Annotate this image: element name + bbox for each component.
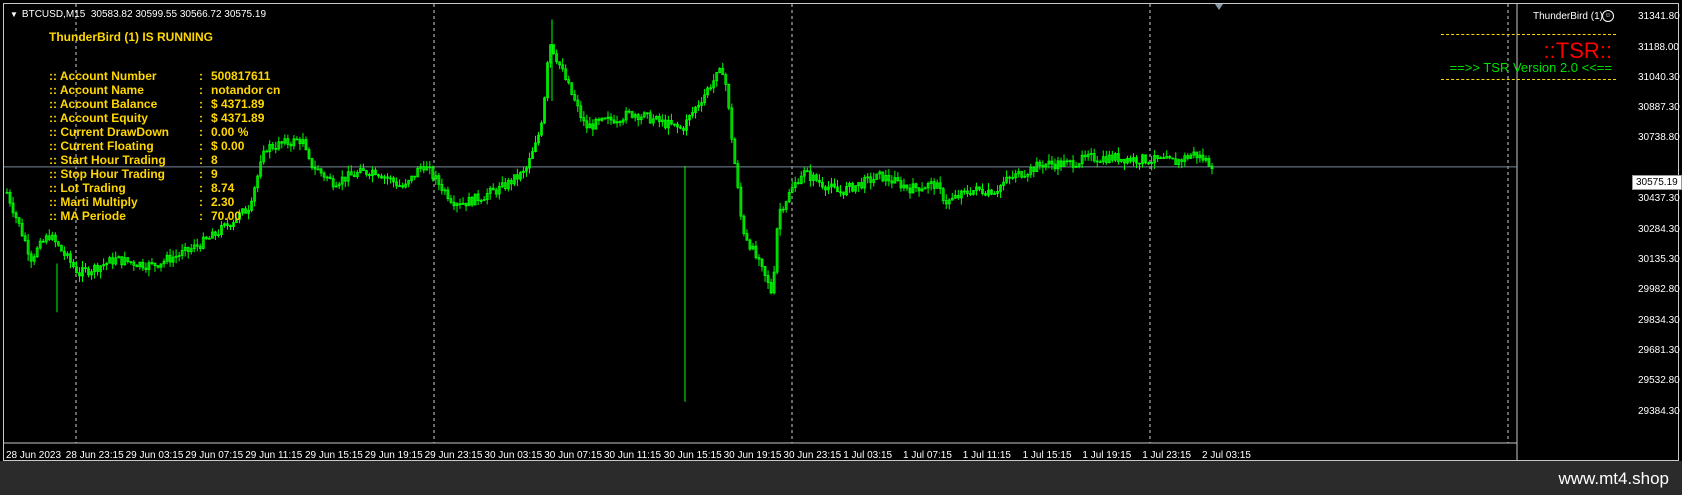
time-tick-label: 30 Jun 23:15 [783, 450, 842, 461]
price-tick-label: 30738.80 [1638, 132, 1680, 143]
info-separator: : [199, 153, 203, 167]
time-tick-label: 29 Jun 07:15 [185, 450, 244, 461]
time-tick-label: 30 Jun 03:15 [484, 450, 543, 461]
price-tick-label: 29532.80 [1638, 375, 1680, 386]
price-tick-label: 29681.30 [1638, 345, 1680, 356]
account-info-row: :: Account Equity: $ 4371.89 [49, 111, 264, 125]
symbol-header: ▼ BTCUSD,M15 30583.82 30599.55 30566.72 3… [10, 9, 266, 20]
time-tick-label: 1 Jul 11:15 [962, 450, 1011, 461]
price-tick-label: 29384.30 [1638, 406, 1680, 417]
account-info-row: :: Start Hour Trading:8 [49, 153, 218, 167]
info-label: :: Lot Trading [49, 181, 126, 195]
account-info-row: :: MA Periode:70.00 [49, 209, 241, 223]
ohlc-values: 30583.82 30599.55 30566.72 30575.19 [90, 9, 267, 20]
price-tick-label: 30135.30 [1638, 254, 1680, 265]
info-label: :: Start Hour Trading [49, 153, 166, 167]
account-info-row: :: Account Name: notandor cn [49, 83, 280, 97]
info-label: :: MA Periode [49, 209, 126, 223]
info-value: 500817611 [211, 69, 271, 83]
smiley-icon[interactable]: ☺ [1602, 10, 1614, 22]
tsr-bottom-line [1441, 79, 1616, 80]
info-separator: : [199, 209, 203, 223]
time-tick-label: 29 Jun 15:15 [305, 450, 363, 461]
info-separator: : [199, 195, 203, 209]
shift-marker-icon [1215, 4, 1223, 10]
candle-body [1098, 161, 1102, 164]
price-tick-label: 30887.30 [1638, 102, 1680, 113]
info-label: :: Stop Hour Trading [49, 167, 165, 181]
info-value: 9 [211, 167, 218, 181]
info-label: :: Account Equity [49, 111, 148, 125]
price-tick-label: 31188.00 [1638, 42, 1679, 53]
info-value: 8.74 [211, 181, 235, 195]
footer-bar: www.mt4.shop [0, 461, 1682, 495]
time-tick-label: 2 Jul 03:15 [1202, 450, 1251, 461]
time-tick-label: 29 Jun 03:15 [125, 450, 184, 461]
price-tick-label: 30437.30 [1638, 193, 1680, 204]
account-info-row: :: Lot Trading:8.74 [49, 181, 234, 195]
info-label: :: Marti Multiply [49, 195, 138, 209]
info-separator: : [199, 111, 203, 125]
info-separator: : [199, 97, 203, 111]
chart-window[interactable]: ▼ BTCUSD,M15 30583.82 30599.55 30566.72 3… [3, 3, 1682, 461]
info-separator: : [199, 181, 203, 195]
ea-name-label: ThunderBird (1) [1532, 11, 1603, 22]
info-label: :: Account Name [49, 83, 144, 97]
info-separator: : [199, 125, 203, 139]
time-tick-label: 30 Jun 19:15 [723, 450, 782, 461]
account-info-row: :: Current Floating: $ 0.00 [49, 139, 244, 153]
time-tick-label: 1 Jul 15:15 [1022, 450, 1072, 461]
info-value: $ 4371.89 [211, 97, 265, 111]
info-label: :: Account Number [49, 69, 157, 83]
time-tick-label: 30 Jun 15:15 [663, 450, 722, 461]
time-tick-label: 1 Jul 03:15 [843, 450, 893, 461]
price-tick-label: 29834.30 [1638, 315, 1680, 326]
current-price-label: 30575.19 [1632, 175, 1682, 190]
tsr-version: ==>> TSR Version 2.0 <<== [1449, 60, 1612, 75]
site-url: www.mt4.shop [1558, 469, 1669, 488]
price-tick-label: 31040.30 [1638, 72, 1680, 83]
time-tick-label: 1 Jul 07:15 [903, 450, 952, 461]
account-info-row: :: Stop Hour Trading:9 [49, 167, 218, 181]
time-tick-label: 29 Jun 19:15 [364, 450, 423, 461]
time-tick-label: 29 Jun 23:15 [424, 450, 483, 461]
time-tick-label: 28 Jun 2023 [6, 450, 62, 461]
time-tick-label: 1 Jul 19:15 [1082, 450, 1132, 461]
account-info-row: :: Account Number:500817611 [49, 69, 270, 83]
info-value: 8 [211, 153, 218, 167]
info-separator: : [199, 69, 203, 83]
candle-body [207, 237, 211, 240]
info-value: 0.00 % [211, 125, 249, 139]
info-label: :: Current DrawDown [49, 125, 169, 139]
info-label: :: Account Balance [49, 97, 158, 111]
info-value: notandor cn [211, 83, 281, 97]
time-tick-label: 28 Jun 23:15 [65, 450, 124, 461]
price-tick-label: 29982.80 [1638, 284, 1680, 295]
info-value: 2.30 [211, 195, 235, 209]
account-info-row: :: Marti Multiply:2.30 [49, 195, 234, 209]
price-tick-label: 30284.30 [1638, 224, 1680, 235]
time-tick-label: 1 Jul 23:15 [1142, 450, 1192, 461]
info-separator: : [199, 139, 203, 153]
info-label: :: Current Floating [49, 139, 154, 153]
info-value: $ 4371.89 [211, 111, 265, 125]
tsr-top-line [1441, 34, 1616, 35]
time-tick-label: 30 Jun 07:15 [544, 450, 603, 461]
time-tick-label: 30 Jun 11:15 [604, 450, 662, 461]
account-info-row: :: Current DrawDown:0.00 % [49, 125, 248, 139]
time-tick-label: 29 Jun 11:15 [245, 450, 303, 461]
ea-status: ThunderBird (1) IS RUNNING [49, 30, 213, 44]
info-separator: : [199, 167, 203, 181]
account-info-row: :: Account Balance: $ 4371.89 [49, 97, 264, 111]
info-value: $ 0.00 [211, 139, 245, 153]
info-separator: : [199, 83, 203, 97]
symbol-name: BTCUSD,M15 [21, 9, 86, 20]
menu-triangle-icon[interactable]: ▼ [10, 10, 18, 19]
price-tick-label: 31341.80 [1638, 11, 1680, 22]
info-value: 70.00 [211, 209, 242, 223]
